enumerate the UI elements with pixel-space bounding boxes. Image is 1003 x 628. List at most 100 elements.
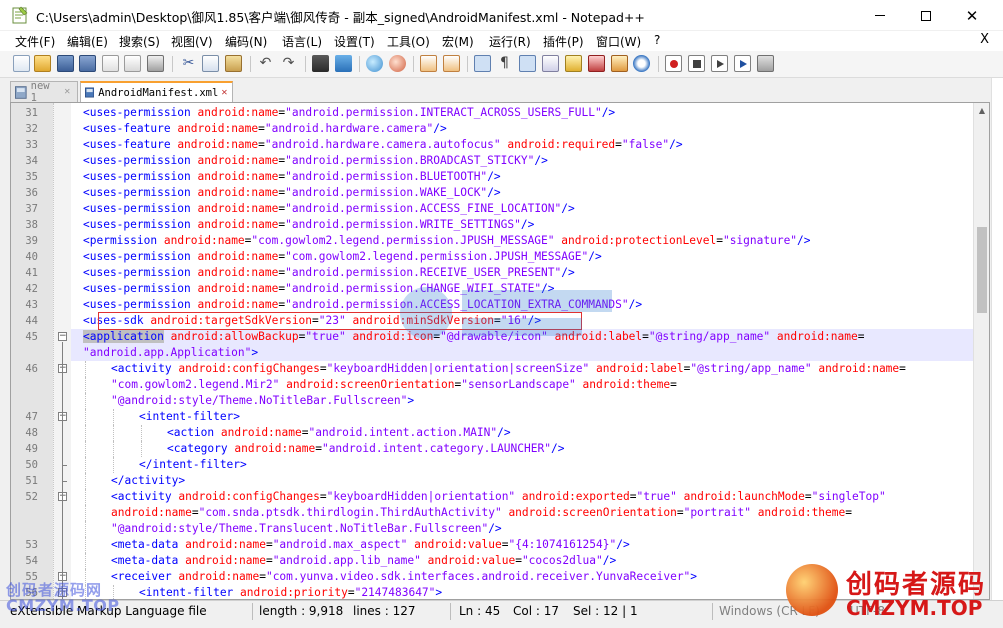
function-list-icon[interactable] <box>588 55 605 72</box>
save-icon[interactable] <box>57 55 74 72</box>
scroll-up-icon[interactable]: ▲ <box>977 106 987 116</box>
watermark-logo-icon <box>786 564 838 616</box>
close-file-icon[interactable] <box>102 55 119 72</box>
code-line[interactable]: <uses-permission android:name="android.p… <box>83 217 534 233</box>
redo-icon[interactable]: ↷ <box>280 55 297 72</box>
tab-close-icon[interactable]: ✕ <box>64 87 74 97</box>
code-line[interactable]: "com.gowlom2.legend.Mir2" android:screen… <box>111 377 677 393</box>
monitoring-icon[interactable] <box>633 55 650 72</box>
text-editor[interactable]: <uses-permission android:name="android.p… <box>10 102 990 600</box>
menu-window[interactable]: 窗口(W) <box>596 33 641 50</box>
line-number: 34 <box>25 155 38 167</box>
copy-icon[interactable] <box>202 55 219 72</box>
watermark-brand-en: CMZYM.TOP <box>846 596 983 620</box>
save-all-icon[interactable] <box>79 55 96 72</box>
code-line[interactable]: <uses-permission android:name="com.gowlo… <box>83 249 602 265</box>
code-line[interactable]: <uses-permission android:name="android.p… <box>83 105 615 121</box>
code-line[interactable]: <uses-feature android:name="android.hard… <box>83 137 683 153</box>
sync-vertical-icon[interactable] <box>420 55 437 72</box>
fold-collapse-icon[interactable]: − <box>58 332 67 341</box>
code-line[interactable]: </activity> <box>111 473 185 489</box>
minimize-button[interactable] <box>857 0 903 31</box>
menu-help[interactable]: ? <box>654 33 660 47</box>
tab-close-icon[interactable]: ✕ <box>221 87 229 98</box>
find-icon[interactable] <box>312 55 329 72</box>
paste-icon[interactable] <box>225 55 242 72</box>
code-line[interactable]: "android.app.Application"> <box>83 345 258 361</box>
code-line[interactable]: <receiver android:name="com.yunva.video.… <box>111 569 697 585</box>
code-line[interactable]: <activity android:configChanges="keyboar… <box>111 361 906 377</box>
language-define-icon[interactable] <box>542 55 559 72</box>
code-line[interactable]: <uses-permission android:name="android.p… <box>83 153 548 169</box>
toolbar-separator <box>467 56 468 72</box>
menu-file[interactable]: 文件(F) <box>15 33 55 50</box>
code-line[interactable]: <uses-permission android:name="android.p… <box>83 201 575 217</box>
close-window-button[interactable]: ✕ <box>949 0 995 31</box>
code-line[interactable]: <permission android:name="com.gowlom2.le… <box>83 233 811 249</box>
menu-edit[interactable]: 编辑(E) <box>67 33 108 50</box>
menu-view[interactable]: 视图(V) <box>171 33 213 50</box>
menu-encoding[interactable]: 编码(N) <box>225 33 267 50</box>
menu-run[interactable]: 运行(R) <box>489 33 531 50</box>
code-line[interactable]: <meta-data android:name="android.app.lib… <box>111 553 616 569</box>
code-line[interactable]: <action android:name="android.intent.act… <box>167 425 511 441</box>
sync-horizontal-icon[interactable] <box>443 55 460 72</box>
tab-androidmanifest[interactable]: AndroidManifest.xml ✕ <box>80 81 233 102</box>
menu-tools[interactable]: 工具(O) <box>387 33 430 50</box>
folder-workspace-icon[interactable] <box>611 55 628 72</box>
zoom-in-icon[interactable] <box>366 55 383 72</box>
indent-guide-icon[interactable] <box>519 55 536 72</box>
menu-search[interactable]: 搜索(S) <box>119 33 160 50</box>
save-macro-icon[interactable] <box>757 55 774 72</box>
word-wrap-icon[interactable] <box>474 55 491 72</box>
replace-icon[interactable] <box>335 55 352 72</box>
tab-bar: new 1 ✕ AndroidManifest.xml ✕ <box>0 78 1003 104</box>
print-icon[interactable] <box>147 55 164 72</box>
close-document-button[interactable]: X <box>980 32 989 47</box>
close-all-icon[interactable] <box>124 55 141 72</box>
menu-language[interactable]: 语言(L) <box>282 33 322 50</box>
code-line[interactable]: android:name="com.snda.ptsdk.thirdlogin.… <box>111 505 852 521</box>
code-line[interactable]: <uses-permission android:name="android.p… <box>83 265 575 281</box>
code-line[interactable]: </intent-filter> <box>139 457 247 473</box>
menu-plugins[interactable]: 插件(P) <box>543 33 584 50</box>
tab-new-1[interactable]: new 1 ✕ <box>10 80 78 104</box>
undo-icon[interactable]: ↶ <box>257 55 274 72</box>
open-file-icon[interactable] <box>34 55 51 72</box>
code-line[interactable]: <uses-permission android:name="android.p… <box>83 185 501 201</box>
code-line[interactable]: <intent-filter> <box>139 409 240 425</box>
code-line[interactable]: <intent-filter android:priority="2147483… <box>139 585 442 599</box>
status-separator <box>712 603 713 620</box>
cut-icon[interactable]: ✂ <box>180 55 197 72</box>
vertical-scrollbar[interactable]: ▲ <box>973 103 989 599</box>
play-macro-icon[interactable] <box>711 55 728 72</box>
code-line[interactable]: <meta-data android:name="android.max_asp… <box>111 537 630 553</box>
code-line[interactable]: <uses-permission android:name="android.p… <box>83 169 501 185</box>
play-multiple-macro-icon[interactable] <box>734 55 751 72</box>
status-length: length : 9,918 <box>259 604 344 618</box>
stop-macro-icon[interactable] <box>688 55 705 72</box>
scrollbar-thumb[interactable] <box>977 227 987 313</box>
indent-guide <box>85 377 86 393</box>
code-line[interactable]: <activity android:configChanges="keyboar… <box>111 489 886 505</box>
zoom-out-icon[interactable] <box>389 55 406 72</box>
title-bar[interactable]: C:\Users\admin\Desktop\御风1.85\客户端\御风传奇 -… <box>0 0 1003 31</box>
maximize-button[interactable] <box>903 0 949 31</box>
new-file-icon[interactable] <box>13 55 30 72</box>
watermark-brand-right: 创码者源码 CMZYM.TOP <box>786 558 1003 628</box>
line-number: 53 <box>25 539 38 551</box>
code-line[interactable]: <category android:name="android.intent.c… <box>167 441 564 457</box>
doc-map-icon[interactable] <box>565 55 582 72</box>
code-line[interactable]: <uses-feature android:name="android.hard… <box>83 121 447 137</box>
menu-macro[interactable]: 宏(M) <box>442 33 474 50</box>
code-line[interactable]: "@android:style/Theme.Translucent.NoTitl… <box>111 521 502 537</box>
show-all-chars-icon[interactable]: ¶ <box>496 55 513 72</box>
status-separator <box>450 603 451 620</box>
menu-settings[interactable]: 设置(T) <box>334 33 375 50</box>
code-line[interactable]: "@android:style/Theme.NoTitleBar.Fullscr… <box>111 393 414 409</box>
indent-guide <box>85 393 86 409</box>
status-ln: Ln : 45 <box>459 604 501 618</box>
line-number: 51 <box>25 475 38 487</box>
record-macro-icon[interactable] <box>665 55 682 72</box>
code-area[interactable]: <uses-permission android:name="android.p… <box>71 103 973 599</box>
